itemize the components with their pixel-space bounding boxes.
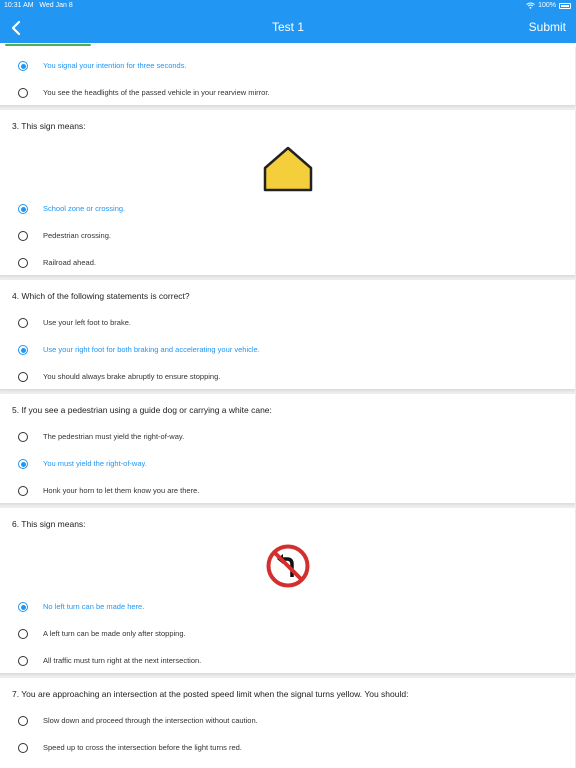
radio-button[interactable]: [18, 432, 28, 442]
option-q4-1[interactable]: Use your left foot to brake.: [0, 311, 575, 335]
option-text: Speed up to cross the intersection befor…: [43, 743, 242, 752]
option-text: You must yield the right-of-way.: [43, 459, 147, 468]
option-text: All traffic must turn right at the next …: [43, 656, 202, 665]
question-card-4: 4. Which of the following statements is …: [0, 280, 575, 390]
option-text: Use your right foot for both braking and…: [43, 345, 260, 354]
radio-button[interactable]: [18, 258, 28, 268]
option-q4-3[interactable]: You should always brake abruptly to ensu…: [0, 365, 575, 389]
school-zone-sign-icon: [263, 146, 313, 192]
radio-button[interactable]: [18, 88, 28, 98]
question-card-2: You signal your intention for three seco…: [0, 47, 575, 106]
radio-button[interactable]: [18, 318, 28, 328]
radio-button[interactable]: [18, 743, 28, 753]
option-text: You see the headlights of the passed veh…: [43, 88, 270, 97]
option-q2-1[interactable]: You signal your intention for three seco…: [0, 54, 575, 78]
option-text: School zone or crossing.: [43, 204, 126, 213]
question-text: 5. If you see a pedestrian using a guide…: [12, 405, 272, 415]
radio-button[interactable]: [18, 372, 28, 382]
option-text: Slow down and proceed through the inters…: [43, 716, 258, 725]
no-left-turn-sign-icon: [266, 544, 310, 588]
option-q3-2[interactable]: Pedestrian crossing.: [0, 224, 575, 248]
question-card-5: 5. If you see a pedestrian using a guide…: [0, 394, 575, 504]
radio-button[interactable]: [18, 459, 28, 469]
option-text: Use your left foot to brake.: [43, 318, 131, 327]
question-text: 7. You are approaching an intersection a…: [12, 689, 409, 699]
radio-button[interactable]: [18, 629, 28, 639]
option-q5-2[interactable]: You must yield the right-of-way.: [0, 452, 575, 476]
app-bar: Test 1 Submit: [0, 12, 576, 43]
radio-button[interactable]: [18, 486, 28, 496]
question-text: 4. Which of the following statements is …: [12, 291, 190, 301]
option-text: You should always brake abruptly to ensu…: [43, 372, 221, 381]
option-text: You signal your intention for three seco…: [43, 61, 187, 70]
status-date: Wed Jan 8: [39, 2, 73, 9]
option-q5-3[interactable]: Honk your horn to let them know you are …: [0, 479, 575, 503]
option-text: Pedestrian crossing.: [43, 231, 111, 240]
question-text: 6. This sign means:: [12, 519, 86, 529]
progress-fill: [5, 43, 91, 46]
radio-button[interactable]: [18, 345, 28, 355]
option-text: The pedestrian must yield the right-of-w…: [43, 432, 185, 441]
option-q6-3[interactable]: All traffic must turn right at the next …: [0, 649, 575, 673]
wifi-icon: [526, 2, 535, 9]
option-q6-1[interactable]: No left turn can be made here.: [0, 595, 575, 619]
option-text: A left turn can be made only after stopp…: [43, 629, 186, 638]
status-time: 10:31 AM Wed Jan 8: [4, 2, 73, 9]
option-q3-3[interactable]: Railroad ahead.: [0, 251, 575, 275]
option-q5-1[interactable]: The pedestrian must yield the right-of-w…: [0, 425, 575, 449]
radio-button[interactable]: [18, 204, 28, 214]
submit-button[interactable]: Submit: [529, 20, 566, 34]
question-text: 3. This sign means:: [12, 121, 86, 131]
option-text: Honk your horn to let them know you are …: [43, 486, 200, 495]
option-q7-1[interactable]: Slow down and proceed through the inters…: [0, 709, 575, 733]
radio-button[interactable]: [18, 231, 28, 241]
option-q2-2[interactable]: You see the headlights of the passed veh…: [0, 81, 575, 105]
option-q4-2[interactable]: Use your right foot for both braking and…: [0, 338, 575, 362]
question-card-6: 6. This sign means: No left turn can be …: [0, 508, 575, 674]
question-card-3: 3. This sign means: School zone or cross…: [0, 110, 575, 276]
radio-button[interactable]: [18, 656, 28, 666]
option-q3-1[interactable]: School zone or crossing.: [0, 197, 575, 221]
option-text: Railroad ahead.: [43, 258, 96, 267]
battery-icon: [559, 2, 571, 9]
page-title: Test 1: [271, 20, 304, 34]
status-bar: 10:31 AM Wed Jan 8 100%: [0, 0, 576, 12]
question-card-7: 7. You are approaching an intersection a…: [0, 678, 575, 768]
option-q7-2[interactable]: Speed up to cross the intersection befor…: [0, 736, 575, 760]
radio-button[interactable]: [18, 61, 28, 71]
radio-button[interactable]: [18, 602, 28, 612]
radio-button[interactable]: [18, 716, 28, 726]
option-q6-2[interactable]: A left turn can be made only after stopp…: [0, 622, 575, 646]
battery-percent: 100%: [538, 2, 556, 9]
option-text: No left turn can be made here.: [43, 602, 145, 611]
